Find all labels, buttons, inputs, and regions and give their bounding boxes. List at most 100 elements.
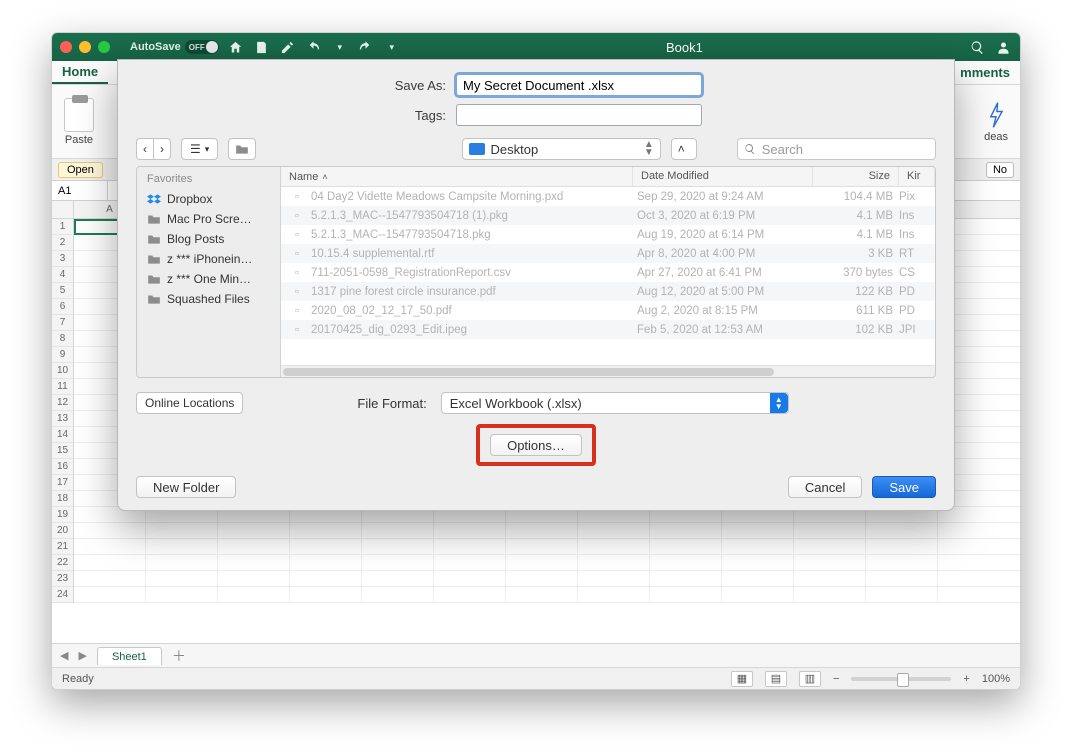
name-box[interactable]: A1 (52, 181, 108, 200)
file-name: 04 Day2 Vidette Meadows Campsite Morning… (311, 191, 631, 203)
save-icon[interactable] (253, 38, 271, 56)
open-button[interactable]: Open (58, 162, 103, 178)
titlebar: AutoSave OFF ▾ ▾ Book1 (52, 33, 1020, 61)
sidebar-item-iphonein[interactable]: z *** iPhonein… (137, 249, 280, 269)
column-name[interactable]: Name ˄ (281, 167, 633, 186)
file-name: 20170425_dig_0293_Edit.ipeg (311, 324, 631, 336)
autosave-toggle[interactable]: AutoSave OFF (130, 40, 219, 54)
file-size: 4.1 MB (815, 210, 893, 222)
location-popup[interactable]: Desktop ▲▼ (462, 138, 661, 160)
sidebar-item-mac-pro-screenshots[interactable]: Mac Pro Scre… (137, 209, 280, 229)
tab-home[interactable]: Home (52, 60, 108, 84)
tags-input[interactable] (456, 104, 702, 126)
column-headers: Name ˄ Date Modified Size Kir (281, 167, 935, 187)
stepper-icon: ▲▼ (644, 141, 654, 157)
search-icon[interactable] (968, 38, 986, 56)
zoom-in-button[interactable]: + (963, 673, 969, 685)
file-icon: ▫ (289, 209, 305, 223)
sidebar-item-squashed-files[interactable]: Squashed Files (137, 289, 280, 309)
file-size: 104.4 MB (815, 191, 893, 203)
ideas-label: deas (984, 131, 1008, 143)
back-button[interactable]: ‹ (136, 138, 153, 160)
comments-button[interactable]: mments (950, 61, 1020, 84)
no-button[interactable]: No (986, 162, 1014, 178)
document-title: Book1 (409, 40, 960, 55)
file-size: 3 KB (815, 248, 893, 260)
file-row[interactable]: ▫20170425_dig_0293_Edit.ipegFeb 5, 2020 … (281, 320, 935, 339)
cancel-button[interactable]: Cancel (788, 476, 862, 498)
paste-button[interactable]: Paste (64, 98, 94, 146)
zoom-level: 100% (982, 673, 1010, 685)
file-format-select[interactable]: Excel Workbook (.xlsx) ▲▼ (441, 392, 789, 414)
sidebar-item-blog-posts[interactable]: Blog Posts (137, 229, 280, 249)
online-locations-button[interactable]: Online Locations (136, 392, 243, 414)
file-row[interactable]: ▫ 04 Day2 Vidette Meadows Campsite Mornin… (281, 187, 935, 206)
tags-label: Tags: (136, 108, 456, 123)
search-field[interactable]: Search (737, 138, 936, 160)
view-normal-icon[interactable]: ▦ (731, 671, 753, 687)
view-mode-button[interactable]: ☰ ▾ (181, 138, 218, 160)
zoom-out-button[interactable]: − (833, 673, 839, 685)
new-folder-button[interactable]: New Folder (136, 476, 236, 498)
save-as-label: Save As: (136, 78, 456, 93)
horizontal-scrollbar[interactable] (281, 365, 935, 377)
close-window-button[interactable] (60, 41, 72, 53)
sheet-tab-sheet1[interactable]: Sheet1 (97, 647, 162, 665)
file-name: 10.15.4 supplemental.rtf (311, 248, 631, 260)
save-button[interactable]: Save (872, 476, 936, 498)
prev-sheet-icon[interactable]: ◀ (60, 649, 68, 662)
list-view-icon: ☰ (190, 142, 201, 156)
next-sheet-icon[interactable]: ▶ (78, 649, 86, 662)
file-list[interactable]: ▫ 04 Day2 Vidette Meadows Campsite Mornin… (281, 187, 935, 365)
file-icon: ▫ (289, 266, 305, 280)
sheet-tab-bar: ◀ ▶ Sheet1 ＋ (52, 643, 1020, 667)
row-headers: 123456789101112131415161718192021222324 (52, 219, 74, 603)
forward-button[interactable]: › (153, 138, 171, 160)
file-date: Apr 27, 2020 at 6:41 PM (637, 267, 809, 279)
sidebar-item-dropbox[interactable]: Dropbox (137, 189, 280, 209)
file-icon: ▫ (289, 190, 305, 204)
edit-icon[interactable] (279, 38, 297, 56)
column-size[interactable]: Size (813, 167, 899, 186)
undo-chevron-icon[interactable]: ▾ (331, 38, 349, 56)
folder-icon (147, 273, 161, 285)
view-page-layout-icon[interactable]: ▤ (765, 671, 787, 687)
file-row[interactable]: ▫5.2.1.3_MAC--1547793504718.pkgAug 19, 2… (281, 225, 935, 244)
file-kind: PD (899, 305, 927, 317)
file-name: 5.2.1.3_MAC--1547793504718 (1).pkg (311, 210, 631, 222)
group-button[interactable] (228, 138, 256, 160)
collapse-panel-button[interactable]: ˄ (671, 138, 697, 160)
zoom-slider[interactable] (851, 677, 951, 681)
sidebar-item-label: Dropbox (167, 192, 212, 206)
home-icon[interactable] (227, 38, 245, 56)
ideas-button[interactable]: deas (984, 101, 1008, 143)
sidebar-item-label: Blog Posts (167, 232, 224, 246)
sidebar-item-one-min[interactable]: z *** One Min… (137, 269, 280, 289)
redo-chevron-icon[interactable]: ▾ (383, 38, 401, 56)
account-icon[interactable] (994, 38, 1012, 56)
select-stepper-icon: ▲▼ (770, 393, 788, 413)
redo-icon[interactable] (357, 38, 375, 56)
minimize-window-button[interactable] (79, 41, 91, 53)
file-row[interactable]: ▫ 5.2.1.3_MAC--1547793504718 (1).pkg Oct 3… (281, 206, 935, 225)
file-row[interactable]: ▫2020_08_02_12_17_50.pdfAug 2, 2020 at 8… (281, 301, 935, 320)
fullscreen-window-button[interactable] (98, 41, 110, 53)
undo-icon[interactable] (305, 38, 323, 56)
filename-input[interactable] (456, 74, 702, 96)
file-kind: Ins (899, 229, 927, 241)
file-date: Oct 3, 2020 at 6:19 PM (637, 210, 809, 222)
view-page-break-icon[interactable]: ▥ (799, 671, 821, 687)
file-row[interactable]: ▫711-2051-0598_RegistrationReport.csvApr… (281, 263, 935, 282)
file-row[interactable]: ▫1317 pine forest circle insurance.pdfAu… (281, 282, 935, 301)
options-button[interactable]: Options… (490, 434, 582, 456)
folder-icon (235, 143, 249, 155)
file-kind: Ins (899, 210, 927, 222)
column-kind[interactable]: Kir (899, 167, 935, 186)
autosave-state: OFF (185, 40, 219, 54)
nav-back-forward: ‹ › (136, 138, 171, 160)
file-row[interactable]: ▫10.15.4 supplemental.rtfApr 8, 2020 at … (281, 244, 935, 263)
column-date-modified[interactable]: Date Modified (633, 167, 813, 186)
paste-label: Paste (65, 134, 93, 146)
sort-asc-icon: ˄ (322, 172, 327, 182)
add-sheet-button[interactable]: ＋ (172, 646, 186, 666)
